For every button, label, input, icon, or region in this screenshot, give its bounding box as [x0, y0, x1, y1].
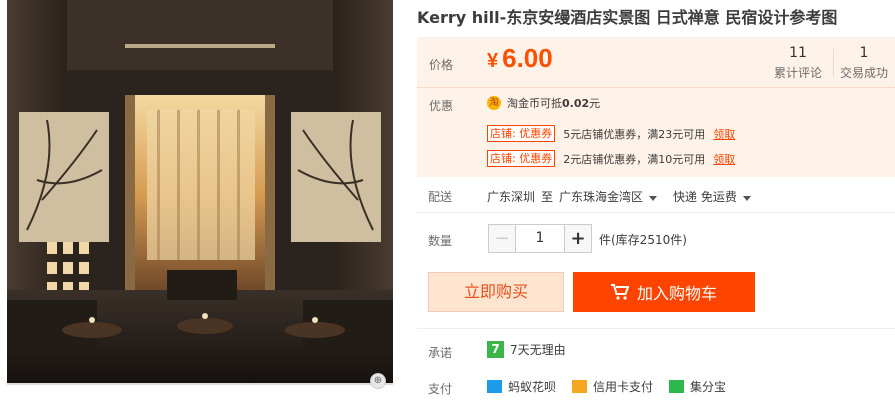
product-title: Kerry hill-东京安缦酒店实景图 日式禅意 民宿设计参考图: [417, 8, 838, 27]
chevron-down-icon: [742, 196, 751, 201]
price-amount: 6.00: [502, 43, 553, 73]
payment-label: 支付: [428, 382, 453, 396]
buy-now-button[interactable]: 立即购买: [428, 272, 564, 312]
credit-card-icon: [572, 380, 588, 393]
deals-stat: 1 交易成功: [833, 45, 895, 81]
payment-method[interactable]: 信用卡支付: [593, 378, 653, 395]
payment-method[interactable]: 蚂蚁花呗: [508, 378, 556, 395]
ship-to-word: 至: [541, 190, 554, 204]
coupon-row: 店铺: 优惠券 2元店铺优惠券，满10元可用 领取: [487, 150, 735, 167]
reviews-count: 11: [789, 45, 807, 61]
zoom-icon[interactable]: ⊕: [370, 373, 386, 389]
shipping-info: 广东深圳 至 广东珠海金湾区 快递 免运费: [487, 188, 751, 205]
payment-method[interactable]: 集分宝: [690, 378, 726, 395]
promotions-label: 优惠: [429, 99, 454, 113]
seven-day-return-icon: 7: [487, 341, 504, 358]
price-label: 价格: [429, 58, 454, 72]
ship-from: 广东深圳: [487, 190, 536, 204]
coupon-tag: 店铺: 优惠券: [487, 150, 556, 167]
taojinbi-prefix: 淘金币可抵: [507, 97, 562, 110]
payment-methods: 蚂蚁花呗 信用卡支付 集分宝: [487, 378, 742, 395]
increase-quantity-button[interactable]: +: [565, 225, 591, 252]
price-panel: 价格 ¥6.00 11 累计评论 1 交易成功 优惠 淘 淘金币可抵0.02元 …: [417, 37, 895, 177]
ship-method-select[interactable]: 快递 免运费: [673, 188, 751, 205]
quantity-stepper: − 1 +: [488, 224, 592, 253]
claim-coupon-link[interactable]: 领取: [713, 151, 735, 167]
divider: [417, 328, 895, 329]
jifenbao-icon: [669, 380, 685, 393]
deals-count: 1: [859, 45, 869, 61]
taojinbi-text: 淘金币可抵0.02元: [507, 95, 600, 111]
huabei-icon: [487, 380, 502, 393]
promise-label: 承诺: [428, 346, 453, 360]
reviews-label: 累计评论: [773, 66, 822, 80]
promise-text: 7天无理由: [510, 343, 566, 357]
add-to-cart-button[interactable]: 加入购物车: [573, 272, 755, 312]
promise-item[interactable]: 7 7天无理由: [487, 341, 566, 358]
coupon-row: 店铺: 优惠券 5元店铺优惠券，满23元可用 领取: [487, 125, 735, 142]
price-value: ¥6.00: [487, 43, 553, 74]
add-to-cart-label: 加入购物车: [636, 284, 717, 303]
quantity-input[interactable]: 1: [515, 225, 565, 252]
currency-symbol: ¥: [487, 50, 499, 72]
taojinbi-coin-icon: 淘: [487, 96, 501, 110]
reviews-stat[interactable]: 11 累计评论: [763, 45, 833, 81]
coupon-text: 2元店铺优惠券，满10元可用: [563, 152, 706, 166]
coupon-text: 5元店铺优惠券，满23元可用: [563, 127, 706, 141]
ship-to-select[interactable]: 广东珠海金湾区: [559, 188, 658, 205]
taojinbi-suffix: 元: [589, 97, 601, 110]
decrease-quantity-button[interactable]: −: [489, 225, 515, 252]
taojinbi-amount: 0.02: [562, 97, 590, 110]
quantity-label: 数量: [428, 234, 453, 248]
panel-divider: [417, 87, 895, 88]
cart-icon: [610, 284, 629, 300]
taojinbi-offer: 淘 淘金币可抵0.02元: [487, 95, 600, 111]
ship-method-value: 快递 免运费: [673, 190, 737, 204]
ship-to-value: 广东珠海金湾区: [559, 190, 644, 204]
coupon-tag: 店铺: 优惠券: [487, 125, 556, 142]
chevron-down-icon: [649, 196, 658, 201]
divider: [417, 212, 895, 213]
stock-info: 件(库存2510件): [599, 233, 687, 247]
deals-label: 交易成功: [839, 66, 888, 80]
product-image[interactable]: [7, 0, 393, 385]
shipping-label: 配送: [428, 190, 453, 204]
claim-coupon-link[interactable]: 领取: [713, 126, 735, 142]
